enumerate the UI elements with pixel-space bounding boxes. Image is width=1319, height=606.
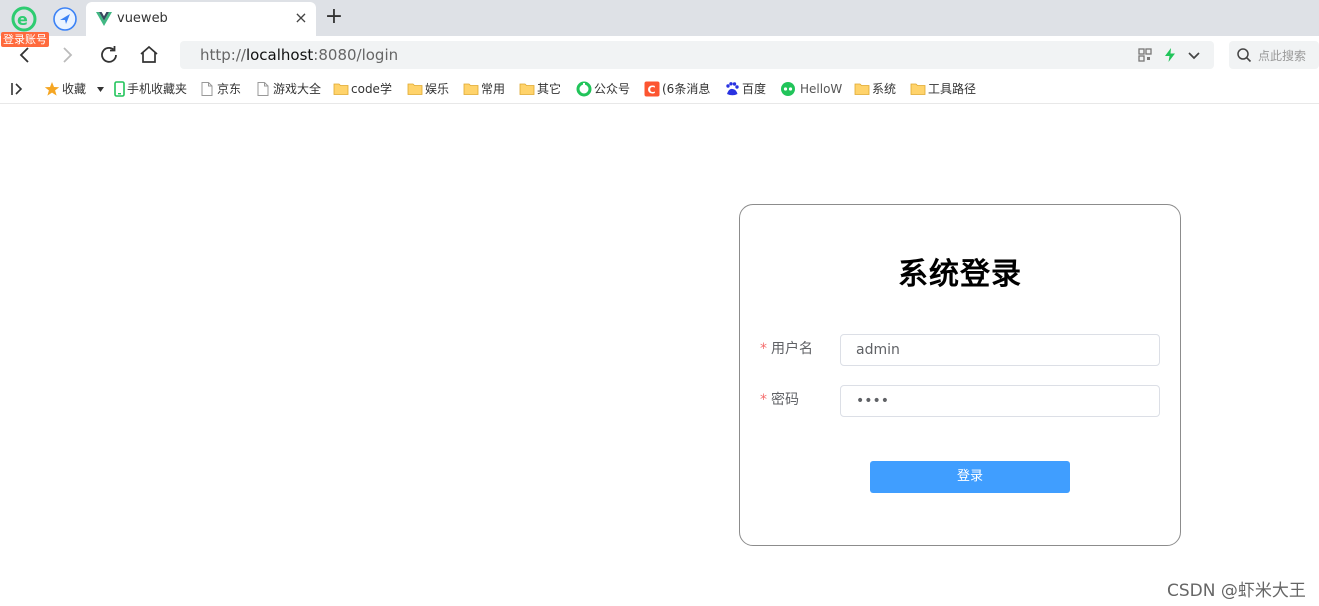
folder-icon	[910, 83, 926, 95]
sidebar-toggle-icon[interactable]	[10, 81, 26, 97]
new-tab-button[interactable]: +	[322, 5, 346, 29]
required-mark: *	[760, 392, 767, 408]
bookmark-folder-common[interactable]: 常用	[463, 81, 511, 97]
close-tab-icon[interactable]: ×	[291, 8, 311, 28]
reload-icon[interactable]	[97, 43, 121, 67]
lightning-icon[interactable]	[1162, 47, 1178, 63]
bookmark-favorites[interactable]: 收藏	[44, 81, 99, 97]
bookmark-games[interactable]: 游戏大全	[255, 81, 321, 97]
qr-code-icon[interactable]	[1137, 47, 1153, 63]
active-tab[interactable]: vueweb ×	[86, 2, 316, 36]
phone-icon	[114, 81, 125, 97]
tab-title: vueweb	[117, 11, 168, 26]
csdn-icon: C	[644, 81, 660, 97]
browser-logo-icon[interactable]: e	[11, 6, 37, 32]
bookmark-folder-entertainment[interactable]: 娱乐	[407, 81, 455, 97]
bookmark-folder-tool-paths[interactable]: 工具路径	[910, 81, 984, 97]
bookmark-hellow[interactable]: HelloW	[780, 81, 842, 97]
password-label: * 密码	[760, 392, 799, 408]
browser-tab-strip: e vueweb × +	[0, 0, 1319, 36]
folder-icon	[333, 83, 349, 95]
bookmarks-bar: 收藏 手机收藏夹 京东 游戏大全 code学 娱乐 常用 其它 公众号 C (6…	[0, 74, 1319, 104]
url-text[interactable]: http://localhost:8080/login	[200, 46, 398, 64]
wechat-icon	[781, 82, 795, 96]
search-icon	[1237, 48, 1252, 63]
baidu-icon	[726, 82, 739, 96]
navigation-arrow-icon[interactable]	[52, 6, 78, 32]
login-button[interactable]: 登录	[870, 461, 1070, 493]
folder-icon	[463, 83, 479, 95]
login-card: 系统登录 * 用户名 admin * 密码 •••• 登录	[739, 204, 1181, 546]
address-bar[interactable]: http://localhost:8080/login	[180, 41, 1214, 69]
svg-text:e: e	[17, 10, 28, 29]
page-icon	[257, 82, 269, 96]
required-mark: *	[760, 341, 767, 357]
username-label: * 用户名	[760, 341, 813, 357]
star-icon	[44, 82, 60, 96]
folder-icon	[519, 83, 535, 95]
folder-icon	[854, 83, 870, 95]
bookmark-folder-system[interactable]: 系统	[854, 81, 902, 97]
username-value: admin	[856, 342, 900, 358]
bookmark-mobile-favorites[interactable]: 手机收藏夹	[112, 81, 190, 97]
caret-down-icon[interactable]	[97, 87, 104, 92]
bookmark-csdn-messages[interactable]: C (6条消息	[644, 81, 712, 97]
csdn-watermark: CSDN @虾米大王	[1167, 581, 1306, 601]
login-title: 系统登录	[898, 257, 1022, 292]
browser-toolbar: http://localhost:8080/login 点此搜索	[0, 36, 1319, 74]
bookmark-official-accounts[interactable]: 公众号	[576, 81, 636, 97]
bookmark-folder-other[interactable]: 其它	[519, 81, 567, 97]
svg-text:C: C	[648, 84, 656, 97]
vue-logo-icon	[96, 12, 112, 26]
chevron-down-icon[interactable]	[1186, 47, 1202, 63]
bookmark-folder-code[interactable]: code学	[333, 81, 395, 97]
bookmark-baidu[interactable]: 百度	[724, 81, 772, 97]
green-circle-icon	[576, 81, 592, 97]
password-input[interactable]: ••••	[840, 385, 1160, 417]
login-account-badge[interactable]: 登录账号	[1, 32, 49, 47]
folder-icon	[407, 83, 423, 95]
forward-icon[interactable]	[55, 43, 79, 67]
search-box[interactable]: 点此搜索	[1229, 41, 1319, 69]
bookmark-jd[interactable]: 京东	[199, 81, 247, 97]
page-icon	[201, 82, 213, 96]
search-placeholder: 点此搜索	[1258, 49, 1307, 63]
home-icon[interactable]	[137, 43, 161, 67]
username-input[interactable]: admin	[840, 334, 1160, 366]
password-value: ••••	[856, 393, 890, 409]
